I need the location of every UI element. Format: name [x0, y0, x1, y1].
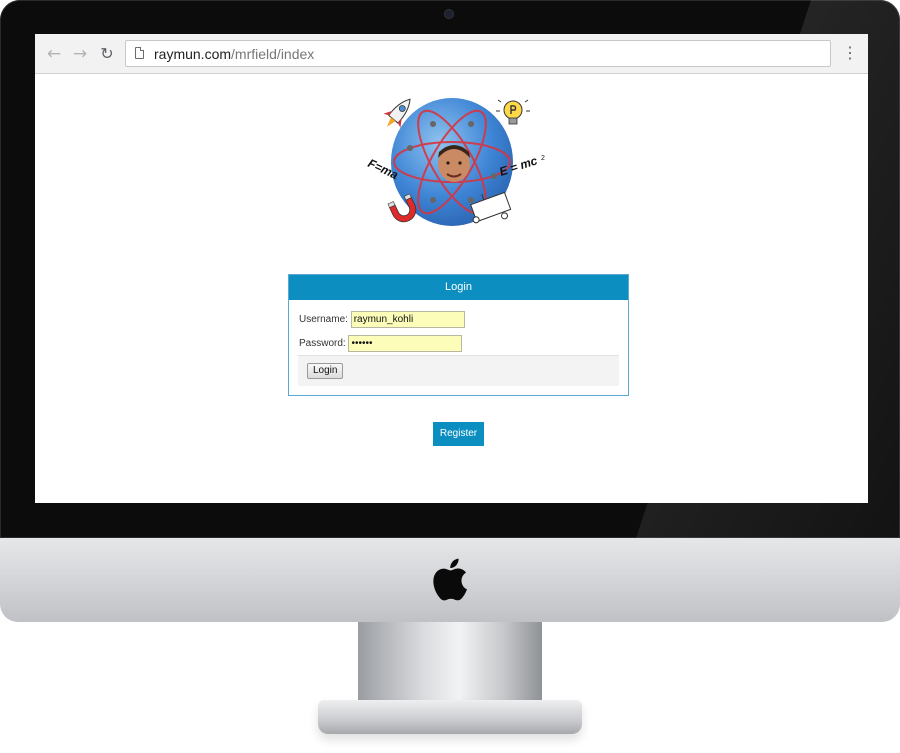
forward-button[interactable]: → — [70, 44, 90, 64]
password-label: Password: — [299, 338, 346, 349]
username-row: Username: — [299, 311, 465, 328]
password-input[interactable] — [348, 335, 463, 352]
face-icon — [438, 145, 470, 182]
monitor-stand-neck — [358, 622, 542, 706]
register-button[interactable]: Register — [433, 422, 484, 446]
formula-superscript: 2 — [541, 155, 545, 162]
address-bar[interactable]: raymun.com/mrfield/index — [125, 40, 831, 67]
browser-window: ← → ↻ raymun.com/mrfield/index ⋮ F=ma E … — [35, 34, 868, 503]
kebab-menu-icon: ⋮ — [842, 45, 858, 62]
username-label: Username: — [299, 314, 348, 325]
reload-button[interactable]: ↻ — [97, 44, 117, 64]
login-panel: Login Username: Password: Login — [288, 274, 629, 396]
password-row: Password: — [299, 335, 463, 352]
page-icon — [135, 47, 144, 59]
back-button[interactable]: ← — [44, 44, 64, 64]
monitor-stand-base — [318, 700, 582, 734]
arrow-right-icon: → — [72, 44, 88, 64]
url-host: raymun.com — [154, 46, 232, 62]
page-content: F=ma E = mc 2 Login Username: Password: … — [35, 74, 868, 503]
camera-icon — [445, 10, 453, 18]
url-text[interactable]: raymun.com/mrfield/index — [154, 46, 314, 62]
url-path: /mrfield/index — [231, 46, 315, 62]
login-button[interactable]: Login — [307, 363, 344, 379]
login-panel-title: Login — [289, 275, 628, 300]
arrow-left-icon: ← — [46, 44, 62, 64]
username-input[interactable] — [350, 311, 465, 328]
login-form-footer: Login — [298, 355, 619, 386]
apple-logo-icon — [433, 558, 467, 601]
physics-logo: F=ma E = mc 2 — [366, 98, 545, 226]
reload-icon: ↻ — [100, 44, 114, 63]
lightbulb-icon — [496, 99, 530, 125]
browser-toolbar: ← → ↻ raymun.com/mrfield/index ⋮ — [35, 34, 868, 74]
browser-menu-button[interactable]: ⋮ — [840, 44, 860, 64]
